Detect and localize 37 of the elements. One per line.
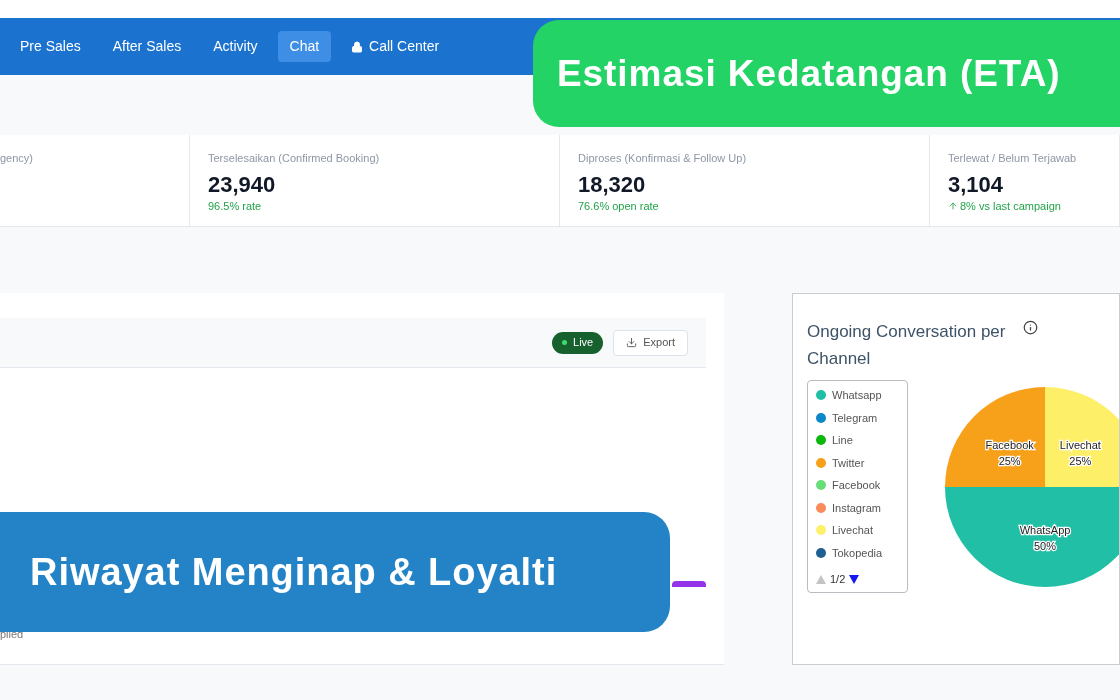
nav-tab[interactable]: Pre Sales	[8, 31, 93, 62]
download-icon	[626, 337, 638, 348]
arrow-up-icon	[948, 201, 958, 212]
info-icon	[1023, 320, 1038, 335]
legend-label: Telegram	[832, 410, 878, 426]
export-button[interactable]: Export	[613, 329, 688, 356]
stat-value: 23,940	[208, 170, 277, 198]
banner-text: Estimasi Kedatangan (ETA)	[557, 51, 1061, 96]
slice-label: Livechat 25%	[1059, 438, 1101, 467]
stat-note: 76.6% open rate	[578, 199, 660, 214]
legend-page: 1/2	[830, 572, 846, 587]
down-triangle-icon[interactable]	[849, 574, 860, 584]
stat-note: 8% vs last campaign	[948, 198, 1119, 215]
slice-label: Facebook 25%	[985, 438, 1034, 467]
legend-label: Whatsapp	[832, 388, 882, 403]
stat-value: 3,104	[948, 170, 1005, 198]
stat-label: Terselesaikan (Confirmed Booking)	[208, 151, 381, 166]
stat-label: gency)	[0, 151, 35, 166]
chart-bar	[672, 581, 706, 587]
legend-label: Line	[832, 433, 853, 448]
nav-tab[interactable]: Chat	[277, 31, 332, 62]
legend-label: Twitter	[832, 455, 865, 471]
stat-label: Diproses (Konfirmasi & Follow Up)	[578, 151, 748, 166]
nav-tab[interactable]: Call Center	[339, 31, 452, 62]
legend-label: Livechat	[832, 523, 873, 538]
panel-title: Ongoing Conversation per Channel	[807, 321, 1007, 370]
banner-text: Riwayat Menginap & Loyalti	[30, 549, 558, 595]
stat-label: Terlewat / Belum Terjawab	[948, 151, 1078, 166]
slice-label: WhatsApp 50%	[1019, 524, 1071, 552]
legend-label: Facebook	[832, 478, 881, 493]
stat-note: 96.5% rate	[208, 199, 263, 214]
stat-value: 18,320	[578, 170, 647, 198]
nav-tab[interactable]: Activity	[201, 31, 270, 62]
nav-tab[interactable]: After Sales	[100, 31, 194, 62]
live-text: Live	[573, 335, 594, 351]
legend-label: Tokopedia	[832, 545, 883, 561]
legend-label: Instagram	[832, 500, 881, 516]
